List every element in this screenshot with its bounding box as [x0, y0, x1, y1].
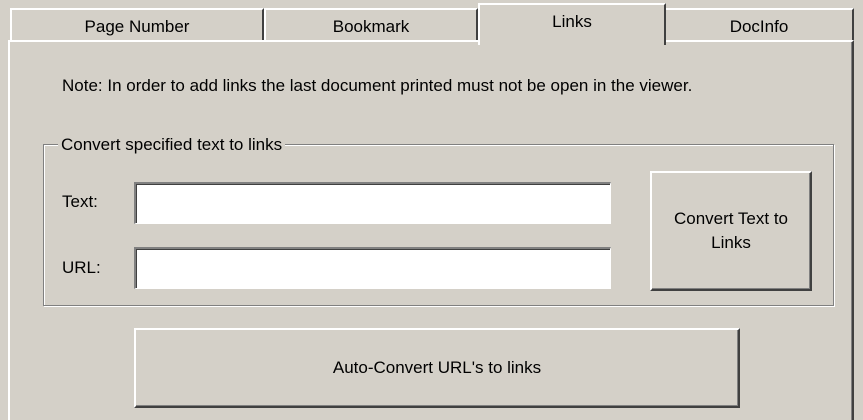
- text-field-label: Text:: [62, 192, 98, 211]
- tab-label: DocInfo: [729, 17, 789, 36]
- tab-page-number[interactable]: Page Number: [10, 8, 264, 42]
- text-field[interactable]: [134, 182, 611, 224]
- auto-convert-button-label: Auto-Convert URL's to links: [332, 358, 542, 377]
- convert-button-label-line2: Links: [711, 233, 751, 252]
- tab-links[interactable]: Links: [478, 3, 666, 45]
- tab-label: Bookmark: [332, 17, 410, 36]
- tab-label: Links: [552, 12, 592, 31]
- groupbox-legend: Convert specified text to links: [58, 135, 286, 155]
- note-text: Note: In order to add links the last doc…: [62, 76, 693, 95]
- tab-bookmark[interactable]: Bookmark: [264, 8, 478, 42]
- url-field[interactable]: [134, 247, 611, 289]
- auto-convert-urls-button[interactable]: Auto-Convert URL's to links: [134, 328, 740, 408]
- tab-label: Page Number: [84, 17, 190, 36]
- convert-text-to-links-button[interactable]: Convert Text to Links: [650, 171, 812, 291]
- tab-docinfo[interactable]: DocInfo: [664, 8, 854, 42]
- url-field-label: URL:: [62, 258, 101, 277]
- convert-button-label-line1: Convert Text to: [673, 209, 789, 228]
